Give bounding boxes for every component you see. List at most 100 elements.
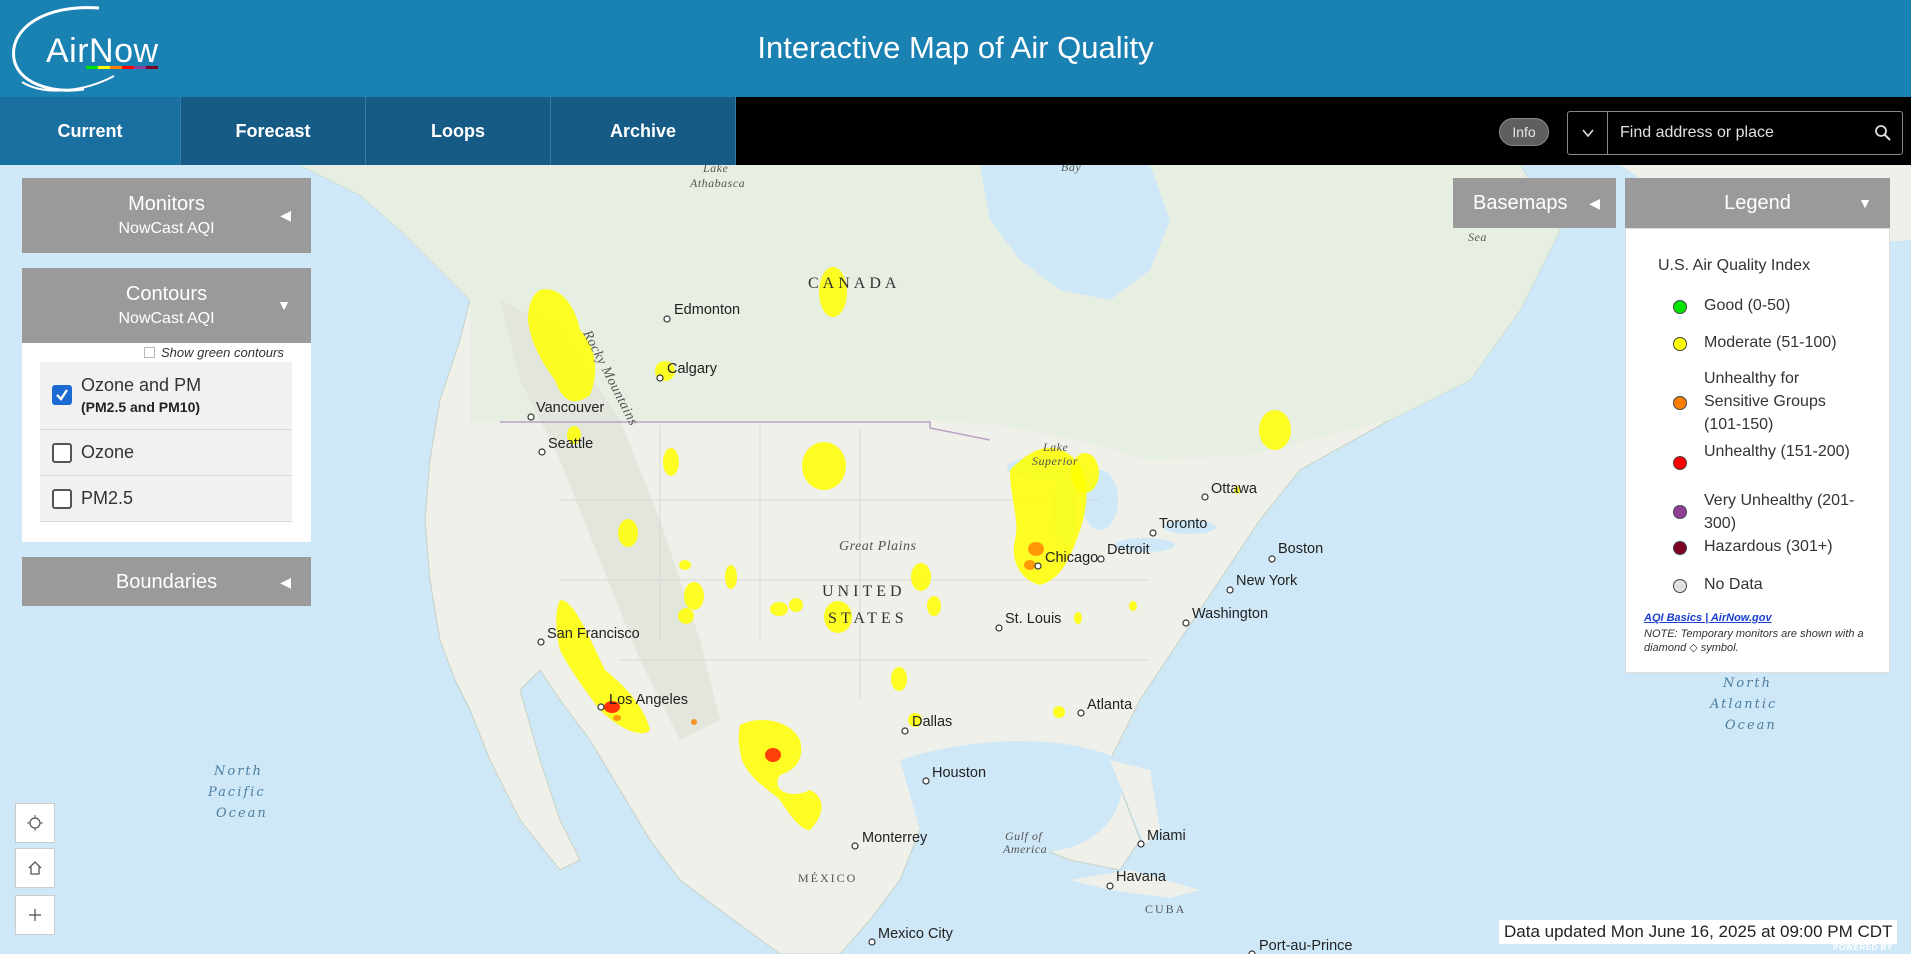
legend-label: Moderate (51-100) (1704, 334, 1837, 351)
city-seattle: Seattle (548, 436, 593, 452)
boundaries-panel-header[interactable]: Boundaries ◀ (22, 557, 311, 606)
ozone-pm-checkbox[interactable] (52, 385, 72, 405)
city-dallas: Dallas (912, 714, 952, 730)
legend-item-moderate: Moderate (51-100) (1673, 334, 1864, 354)
legend-item-very-unhealthy: Very Unhealthy (201-300) (1673, 492, 1864, 535)
search-input[interactable] (1620, 112, 1860, 154)
ocean-north-pacific-1: North (213, 764, 263, 779)
label-bay: Bay (1061, 165, 1081, 174)
region-great-plains: Great Plains (839, 539, 916, 554)
city-atlanta: Atlanta (1087, 697, 1133, 713)
legend-label: Good (0-50) (1704, 297, 1791, 314)
monitors-subtitle: NowCast AQI (118, 220, 215, 237)
basemaps-panel-header[interactable]: Basemaps ◀ (1453, 178, 1616, 228)
tab-forecast[interactable]: Forecast (181, 97, 366, 165)
ocean-north-atlantic-2: Atlantic (1709, 697, 1777, 712)
plus-icon (29, 909, 41, 921)
legend-item-unhealthy: Unhealthy (151-200) (1673, 443, 1864, 470)
ocean-north-atlantic-1: North (1722, 676, 1772, 691)
legend-label: No Data (1704, 576, 1763, 593)
zoom-in-button[interactable] (15, 895, 55, 935)
label-gulf-2: America (1002, 842, 1047, 856)
ozone-checkbox[interactable] (52, 443, 72, 463)
label-lake-athabasca: Lake (702, 165, 729, 175)
search-icon[interactable] (1874, 124, 1892, 142)
search-box (1567, 111, 1903, 155)
aqi-basics-link[interactable]: AQI Basics | AirNow.gov (1644, 612, 1772, 624)
ozone-pm-sublabel: (PM2.5 and PM10) (81, 399, 201, 415)
layer-pm25[interactable]: PM2.5 (40, 476, 292, 522)
home-button[interactable] (15, 848, 55, 888)
moderate-swatch (1673, 337, 1687, 351)
region-cuba: CUBA (1145, 902, 1186, 916)
basemaps-title: Basemaps (1473, 192, 1568, 214)
no-data-swatch (1673, 579, 1687, 593)
pm25-checkbox[interactable] (52, 489, 72, 509)
tab-current[interactable]: Current (0, 97, 181, 165)
legend-label: Very Unhealthy (201-300) (1704, 492, 1855, 532)
hazardous-swatch (1673, 541, 1687, 555)
city-mexico-city: Mexico City (878, 926, 954, 942)
info-button[interactable]: Info (1499, 118, 1549, 146)
good-swatch (1673, 300, 1687, 314)
legend-panel-header[interactable]: Legend ▼ (1625, 178, 1890, 228)
label-lake-superior-2: Superior (1032, 454, 1078, 468)
city-washington: Washington (1192, 606, 1268, 622)
city-havana: Havana (1116, 869, 1167, 885)
usg-swatch (1673, 396, 1687, 410)
collapse-left-icon: ◀ (1589, 195, 1600, 211)
expand-down-icon: ▼ (1858, 195, 1872, 211)
ocean-north-atlantic-3: Ocean (1725, 718, 1777, 733)
legend-item-no-data: No Data (1673, 576, 1864, 596)
very-unhealthy-swatch (1673, 505, 1687, 519)
chevron-down-icon (1581, 129, 1594, 138)
show-green-contours[interactable]: Show green contours (144, 345, 284, 360)
contours-panel-header[interactable]: Contours NowCast AQI ▼ (22, 268, 311, 343)
city-calgary: Calgary (667, 361, 718, 377)
legend-item-good: Good (0-50) (1673, 297, 1864, 317)
city-los-angeles: Los Angeles (609, 692, 688, 708)
label-lake-superior: Lake (1042, 440, 1069, 454)
tab-archive[interactable]: Archive (551, 97, 736, 165)
legend-title: U.S. Air Quality Index (1658, 257, 1811, 274)
city-st-louis: St. Louis (1005, 611, 1061, 627)
page-title: Interactive Map of Air Quality (757, 30, 1154, 65)
city-miami: Miami (1147, 828, 1186, 844)
monitors-title: Monitors (128, 193, 205, 215)
region-mexico: MÉXICO (798, 871, 857, 885)
ocean-north-pacific-3: Ocean (216, 806, 268, 821)
city-new-york: New York (1236, 573, 1298, 589)
city-port-au-prince: Port-au-Prince (1259, 938, 1352, 954)
contours-title: Contours (125, 283, 208, 305)
city-houston: Houston (932, 765, 986, 781)
layer-ozone[interactable]: Ozone (40, 430, 292, 476)
ozone-pm-label: Ozone and PM (81, 375, 202, 395)
collapse-left-icon: ◀ (280, 574, 291, 590)
label-lake-athabasca-2: Athabasca (689, 176, 745, 190)
powered-by-esri: POWERED BY (1833, 943, 1893, 952)
legend-label: Hazardous (301+) (1704, 538, 1833, 555)
city-chicago: Chicago (1045, 550, 1098, 566)
layer-ozone-and-pm[interactable]: Ozone and PM (PM2.5 and PM10) (40, 362, 292, 430)
expand-down-icon: ▼ (277, 297, 291, 313)
search-source-dropdown[interactable] (1568, 112, 1608, 154)
city-detroit: Detroit (1107, 542, 1150, 558)
city-boston: Boston (1278, 541, 1323, 557)
city-toronto: Toronto (1159, 516, 1207, 532)
legend-header-title: Legend (1724, 192, 1791, 214)
city-vancouver: Vancouver (536, 400, 604, 416)
boundaries-title: Boundaries (115, 571, 218, 593)
city-ottawa: Ottawa (1211, 481, 1258, 497)
home-icon (28, 861, 42, 875)
tab-loops[interactable]: Loops (366, 97, 551, 165)
monitors-panel-header[interactable]: Monitors NowCast AQI ◀ (22, 178, 311, 253)
legend-label: Unhealthy for Sensitive Groups (101-150) (1704, 370, 1826, 433)
region-canada: CANADA (808, 275, 900, 292)
city-san-francisco: San Francisco (547, 626, 640, 642)
locate-button[interactable] (15, 803, 55, 843)
contours-subtitle: NowCast AQI (118, 310, 215, 327)
ozone-label: Ozone (81, 442, 135, 462)
green-contours-checkbox[interactable] (144, 347, 155, 358)
city-monterrey: Monterrey (862, 830, 928, 846)
data-updated-timestamp: Data updated Mon June 16, 2025 at 09:00 … (1499, 920, 1898, 944)
